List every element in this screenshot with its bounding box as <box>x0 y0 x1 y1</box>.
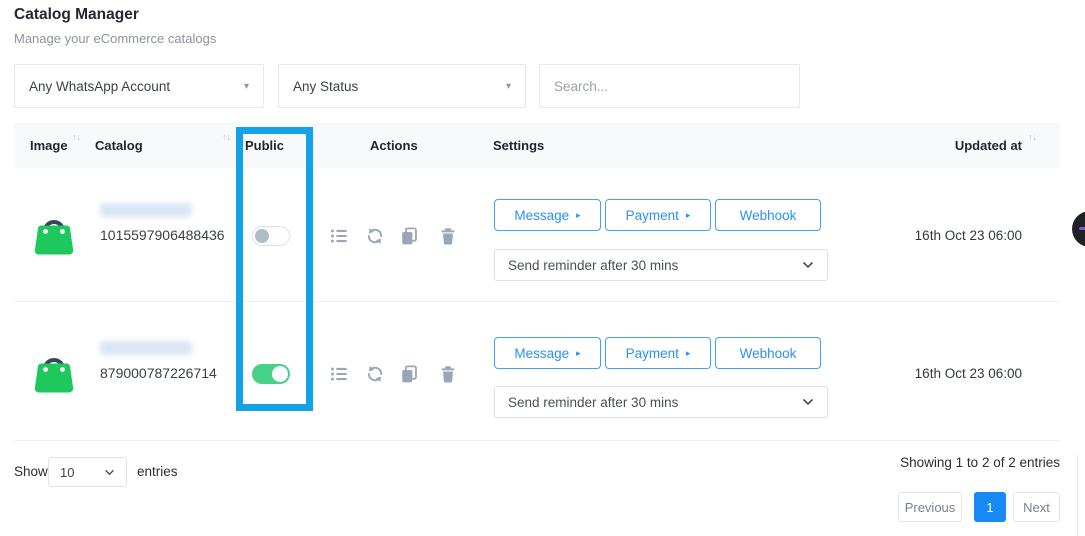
caret-right-icon: ▸ <box>576 348 581 359</box>
message-button[interactable]: Message ▸ <box>494 337 601 369</box>
webhook-button[interactable]: Webhook <box>715 199 821 231</box>
catalog-id: 1015597906488436 <box>100 227 225 243</box>
payment-button[interactable]: Payment ▸ <box>605 199 711 231</box>
table-header: Image ↑↓ Catalog ↑↓ Public Actions Setti… <box>14 123 1060 168</box>
webhook-button-label: Webhook <box>740 346 797 361</box>
catalog-manager-page: Catalog Manager Manage your eCommerce ca… <box>0 0 1085 536</box>
page-size-value: 10 <box>60 465 74 480</box>
catalog-id: 879000787226714 <box>100 365 217 381</box>
updated-at: 16th Oct 23 06:00 <box>862 228 1022 243</box>
catalog-name-redacted <box>100 341 192 355</box>
copy-icon[interactable] <box>400 365 418 383</box>
message-button-label: Message <box>514 208 569 223</box>
table-bottom-divider <box>14 440 1060 441</box>
copy-icon[interactable] <box>400 227 418 245</box>
column-header-catalog[interactable]: Catalog <box>95 138 143 153</box>
reminder-select[interactable]: Send reminder after 30 mins <box>494 249 828 281</box>
column-header-updated-at[interactable]: Updated at <box>927 138 1022 153</box>
webhook-button[interactable]: Webhook <box>715 337 821 369</box>
sort-icon[interactable]: ↑↓ <box>72 132 81 142</box>
payment-button-label: Payment <box>626 208 679 223</box>
updated-at: 16th Oct 23 06:00 <box>862 366 1022 381</box>
sync-icon[interactable] <box>366 365 384 383</box>
caret-right-icon: ▸ <box>576 210 581 221</box>
catalog-image <box>28 208 80 260</box>
status-select[interactable]: Any Status ▾ <box>278 64 526 108</box>
reminder-select-value: Send reminder after 30 mins <box>508 395 678 410</box>
chevron-down-icon <box>104 469 115 476</box>
column-header-settings: Settings <box>493 138 544 153</box>
trash-icon[interactable] <box>439 365 457 383</box>
scrollbar-track[interactable] <box>1077 455 1078 536</box>
message-button-label: Message <box>514 346 569 361</box>
caret-right-icon: ▸ <box>686 348 691 359</box>
widget-icon <box>1079 227 1085 230</box>
chevron-down-icon <box>802 398 814 406</box>
page-subtitle: Manage your eCommerce catalogs <box>14 31 216 46</box>
caret-right-icon: ▸ <box>686 210 691 221</box>
pagination-page-1-button[interactable]: 1 <box>974 492 1006 522</box>
caret-down-icon: ▾ <box>506 81 511 92</box>
entries-label: entries <box>137 464 178 479</box>
row-divider <box>14 301 1060 302</box>
search-input[interactable] <box>539 64 800 108</box>
catalog-image <box>28 346 80 398</box>
floating-widget-button[interactable] <box>1072 211 1085 247</box>
show-label: Show <box>14 464 48 479</box>
payment-button[interactable]: Payment ▸ <box>605 337 711 369</box>
column-header-image[interactable]: Image <box>30 138 68 153</box>
message-button[interactable]: Message ▸ <box>494 199 601 231</box>
whatsapp-account-select[interactable]: Any WhatsApp Account ▾ <box>14 64 264 108</box>
sync-icon[interactable] <box>366 227 384 245</box>
trash-icon[interactable] <box>439 227 457 245</box>
page-title: Catalog Manager <box>14 6 139 24</box>
column-header-actions: Actions <box>370 138 418 153</box>
reminder-select[interactable]: Send reminder after 30 mins <box>494 386 828 418</box>
sort-icon[interactable]: ↑↓ <box>1028 132 1037 142</box>
reminder-select-value: Send reminder after 30 mins <box>508 258 678 273</box>
public-toggle[interactable] <box>252 226 290 246</box>
page-size-select[interactable]: 10 <box>48 457 127 487</box>
catalog-name-redacted <box>100 203 192 217</box>
toggle-knob <box>255 229 269 243</box>
chevron-down-icon <box>802 261 814 269</box>
whatsapp-account-select-value: Any WhatsApp Account <box>29 79 170 94</box>
webhook-button-label: Webhook <box>740 208 797 223</box>
status-select-value: Any Status <box>293 79 358 94</box>
pagination-next-button[interactable]: Next <box>1013 492 1060 522</box>
pagination-previous-button[interactable]: Previous <box>898 492 962 522</box>
payment-button-label: Payment <box>626 346 679 361</box>
public-toggle[interactable] <box>252 364 290 384</box>
list-icon[interactable] <box>330 365 348 383</box>
list-icon[interactable] <box>330 227 348 245</box>
toggle-knob <box>272 366 288 382</box>
column-header-public: Public <box>245 138 284 153</box>
caret-down-icon: ▾ <box>244 81 249 92</box>
entries-summary: Showing 1 to 2 of 2 entries <box>900 455 1060 470</box>
sort-icon[interactable]: ↑↓ <box>222 132 231 142</box>
